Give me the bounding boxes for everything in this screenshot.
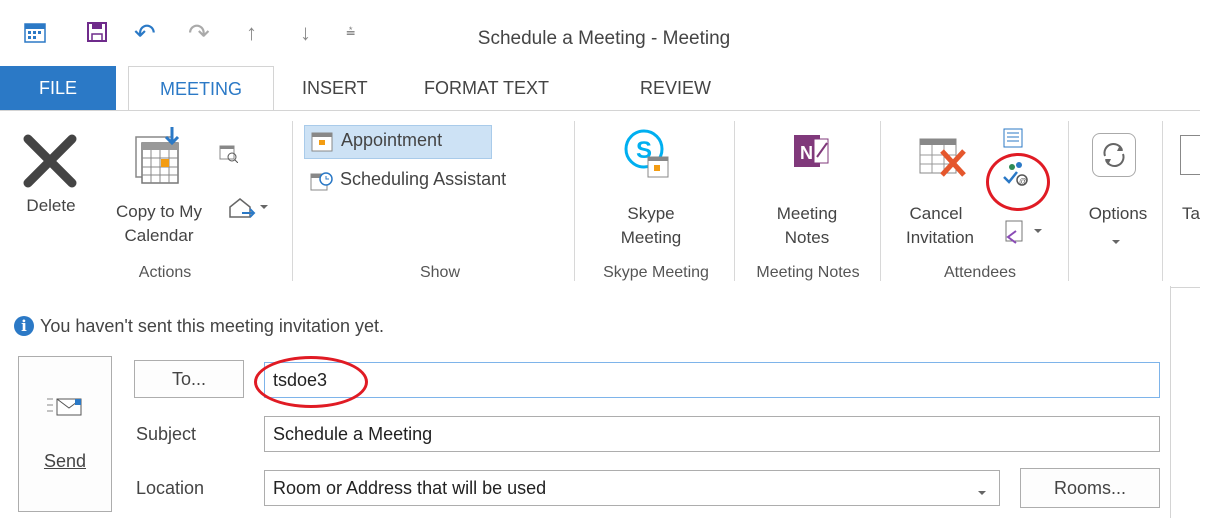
group-divider — [292, 121, 293, 281]
subject-field[interactable]: Schedule a Meeting — [264, 416, 1160, 452]
send-label: Send — [43, 451, 87, 471]
group-divider — [880, 121, 881, 281]
scheduling-assistant-button[interactable]: Scheduling Assistant — [304, 165, 574, 199]
annotation-oval-to-field — [254, 356, 368, 408]
to-field[interactable]: tsdoe3 — [264, 362, 1160, 398]
appointment-label: Appointment — [341, 130, 443, 150]
skype-label-line2: Meeting — [620, 228, 682, 247]
meeting-notes-label-line2: Notes — [784, 228, 830, 247]
onenote-icon: N — [792, 129, 832, 180]
svg-text:N: N — [800, 143, 813, 163]
window-title: Schedule a Meeting - Meeting — [477, 28, 731, 49]
rooms-button[interactable]: Rooms... — [1020, 468, 1160, 508]
ribbon-tabs: FILE MEETING INSERT FORMAT TEXT REVIEW — [0, 66, 1208, 112]
annotation-oval-check-names — [986, 153, 1050, 211]
copy-to-label-line2: Calendar — [124, 226, 194, 245]
appointment-button[interactable]: Appointment — [304, 125, 492, 159]
group-label-attendees: Attendees — [943, 264, 1017, 281]
scheduling-assistant-label: Scheduling Assistant — [340, 169, 507, 189]
title-bar: ↶ ↷ ↑ ↓ ⩮ Schedule a Meeting - Meeting — [0, 0, 1208, 66]
copy-to-calendar-button[interactable]: Copy to My Calendar — [100, 121, 220, 251]
tags-button[interactable]: Ta — [1176, 121, 1200, 251]
tags-label: Ta — [1182, 204, 1200, 223]
group-label-actions: Actions — [138, 264, 192, 281]
group-divider — [1068, 121, 1069, 281]
meeting-notes-label-line1: Meeting — [776, 204, 838, 223]
location-label: Location — [136, 478, 205, 498]
cancel-invitation-icon — [918, 135, 970, 186]
calendar-small-icon[interactable] — [218, 143, 239, 168]
pane-divider — [1170, 286, 1171, 518]
appointment-icon — [311, 132, 333, 157]
info-icon: i — [14, 316, 34, 336]
options-dropdown-icon — [1110, 233, 1122, 251]
cancel-invitation-label-line2: Invitation — [905, 228, 975, 247]
delete-x-icon — [22, 133, 78, 194]
tab-review[interactable]: REVIEW — [628, 66, 723, 110]
info-bar-text: You haven't sent this meeting invitation… — [40, 316, 384, 336]
options-button[interactable]: Options — [1078, 121, 1158, 251]
meeting-form: i You haven't sent this meeting invitati… — [0, 286, 1170, 518]
skype-icon: S — [622, 127, 670, 188]
delete-label: Delete — [26, 196, 76, 215]
tags-icon — [1180, 135, 1200, 175]
scheduling-assistant-icon — [310, 171, 334, 198]
group-divider — [734, 121, 735, 281]
group-label-show: Show — [419, 264, 461, 281]
options-refresh-icon — [1092, 133, 1136, 177]
cancel-invitation-label-line1: Cancel — [909, 204, 963, 223]
tab-format-text[interactable]: FORMAT TEXT — [412, 66, 561, 110]
subject-label: Subject — [136, 424, 197, 444]
cancel-invitation-button[interactable]: Cancel Invitation — [890, 121, 990, 251]
tab-meeting[interactable]: MEETING — [128, 66, 274, 112]
to-button[interactable]: To... — [134, 360, 244, 398]
copy-calendar-icon — [128, 123, 194, 192]
tab-insert[interactable]: INSERT — [290, 66, 380, 110]
response-options-icon[interactable] — [1002, 219, 1046, 250]
group-divider — [574, 121, 575, 281]
skype-label-line1: Skype — [627, 204, 675, 223]
group-label-skype-meeting: Skype Meeting — [603, 264, 709, 281]
meeting-notes-button[interactable]: N Meeting Notes — [748, 121, 878, 251]
delete-button[interactable]: Delete — [18, 125, 88, 245]
skype-meeting-button[interactable]: S Skype Meeting — [596, 121, 726, 251]
location-dropdown-icon[interactable] — [976, 484, 988, 502]
group-label-meeting-notes: Meeting Notes — [756, 264, 860, 281]
send-envelope-icon — [45, 395, 85, 424]
forward-meeting-icon[interactable] — [226, 195, 270, 226]
copy-to-label-line1: Copy to My — [116, 202, 202, 221]
address-book-icon[interactable] — [1002, 127, 1024, 154]
ribbon: Delete Copy to My Calendar Actions Appoi… — [0, 110, 1200, 288]
group-divider — [1162, 121, 1163, 281]
tab-file[interactable]: FILE — [0, 66, 116, 110]
send-button[interactable]: Send — [18, 356, 112, 512]
location-field[interactable]: Room or Address that will be used — [264, 470, 1000, 506]
options-label: Options — [1088, 204, 1148, 223]
